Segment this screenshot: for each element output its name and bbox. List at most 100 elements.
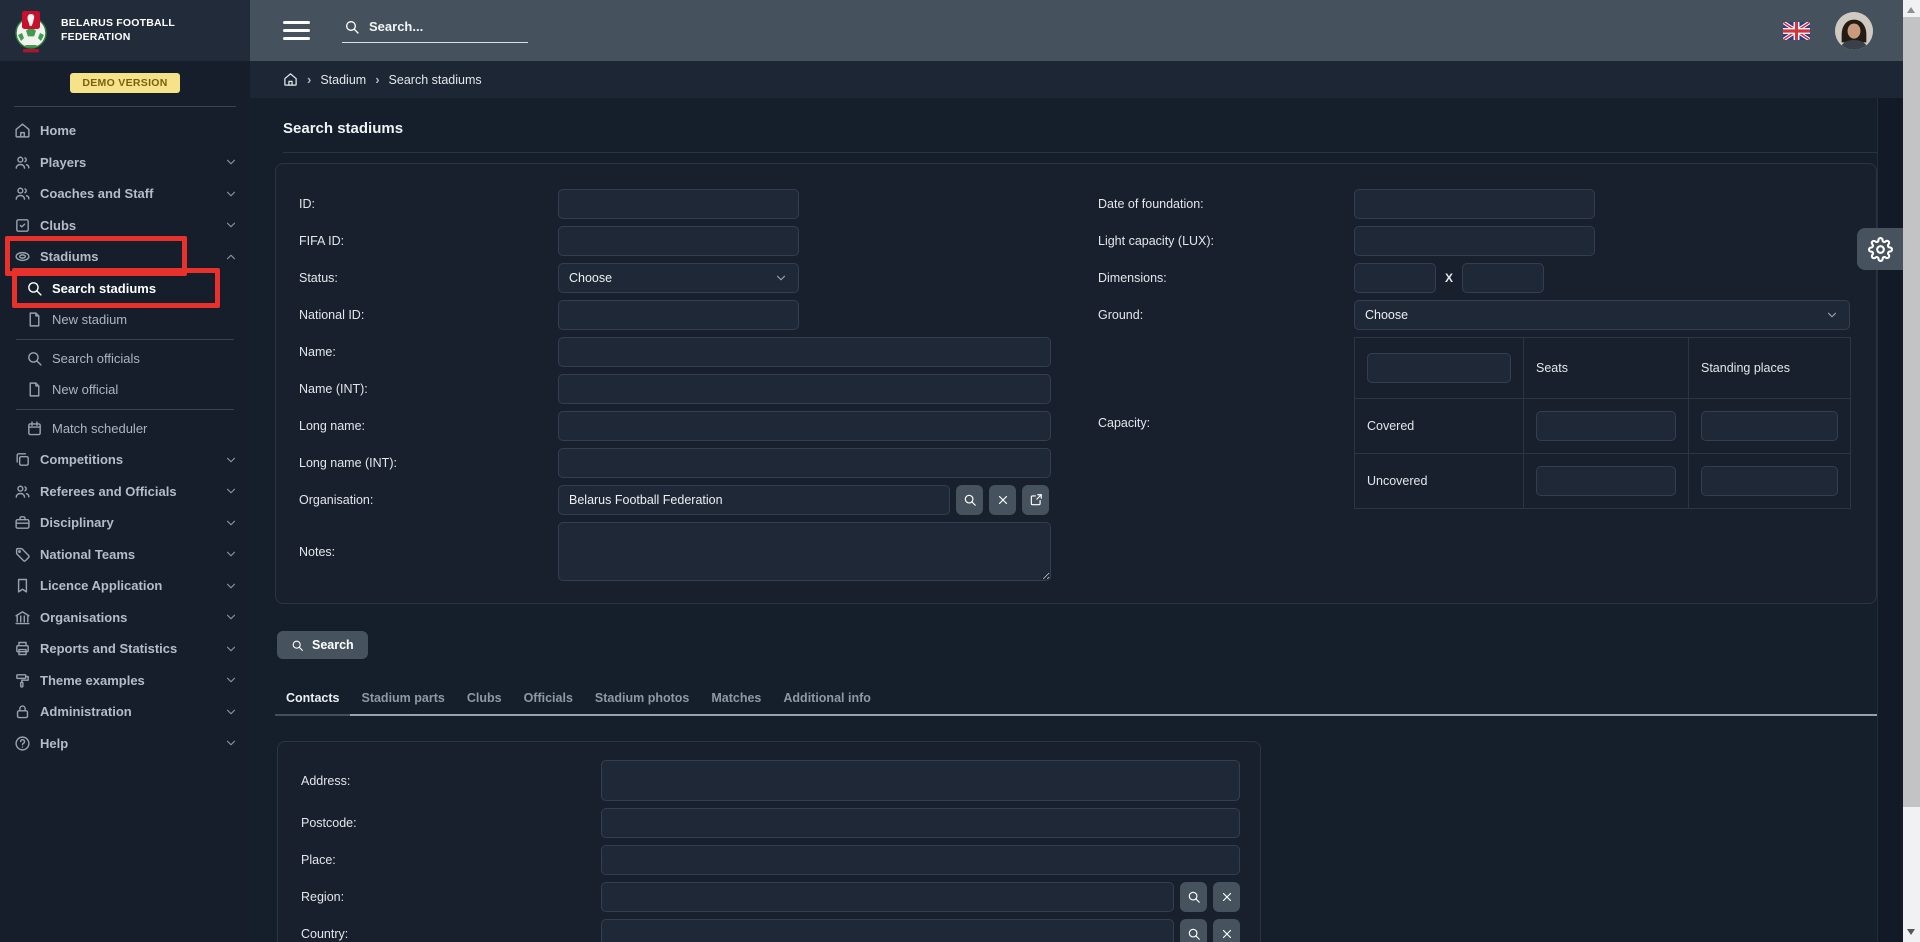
notes-field[interactable]: [558, 522, 1051, 581]
address-field[interactable]: [601, 760, 1240, 801]
country-field[interactable]: [601, 919, 1174, 942]
name-field[interactable]: [558, 337, 1051, 367]
chevron-down-icon: [224, 453, 238, 467]
sidebar-item-help[interactable]: Help: [0, 728, 250, 760]
tab-clubs[interactable]: Clubs: [456, 691, 513, 714]
sidebar-item-clubs[interactable]: Clubs: [0, 210, 250, 242]
sidebar-item-players[interactable]: Players: [0, 147, 250, 179]
breadcrumb-item-search-stadiums[interactable]: Search stadiums: [389, 73, 482, 87]
sidebar: BELARUS FOOTBALL FEDERATION DEMO VERSION…: [0, 0, 250, 942]
close-icon: [1220, 927, 1234, 941]
ground-select[interactable]: Choose: [1354, 300, 1850, 330]
organisation-clear-button[interactable]: [989, 485, 1016, 515]
region-field[interactable]: [601, 882, 1174, 912]
country-clear-button[interactable]: [1213, 919, 1240, 942]
uncovered-seats-field[interactable]: [1536, 466, 1676, 496]
light-capacity-field[interactable]: [1354, 226, 1595, 256]
organisation-open-button[interactable]: [1022, 485, 1049, 515]
dimensions-length-field[interactable]: [1354, 263, 1436, 293]
scrollbar-up-arrow-icon[interactable]: [1907, 7, 1915, 13]
sidebar-item-match-scheduler[interactable]: Match scheduler: [0, 413, 250, 445]
id-field[interactable]: [558, 189, 799, 219]
organisation-field[interactable]: [558, 485, 950, 515]
search-input[interactable]: [369, 19, 524, 34]
bank-icon: [14, 609, 31, 626]
sidebar-item-stadiums[interactable]: Stadiums: [0, 241, 250, 273]
sidebar-item-national-teams[interactable]: National Teams: [0, 539, 250, 571]
global-search[interactable]: [342, 19, 528, 43]
sidebar-item-administration[interactable]: Administration: [0, 696, 250, 728]
close-icon: [1220, 890, 1234, 904]
sidebar-item-search-stadiums[interactable]: Search stadiums: [0, 273, 250, 305]
sidebar-item-organisations[interactable]: Organisations: [0, 602, 250, 634]
long-name-int-field[interactable]: [558, 448, 1051, 478]
postcode-field[interactable]: [601, 808, 1240, 838]
tab-officials[interactable]: Officials: [513, 691, 584, 714]
name-int-field[interactable]: [558, 374, 1051, 404]
sidebar-item-label: Clubs: [40, 218, 224, 233]
chevron-down-icon: [224, 610, 238, 624]
country-search-button[interactable]: [1180, 919, 1207, 942]
organisation-search-button[interactable]: [956, 485, 983, 515]
tab-additional-info[interactable]: Additional info: [772, 691, 881, 714]
place-field[interactable]: [601, 845, 1240, 875]
id-label: ID:: [299, 197, 558, 211]
breadcrumb-separator: ›: [375, 72, 379, 87]
long-name-field[interactable]: [558, 411, 1051, 441]
user-avatar[interactable]: [1835, 12, 1873, 50]
capacity-row-covered: Covered: [1355, 399, 1524, 454]
breadcrumb-item-stadium[interactable]: Stadium: [320, 73, 366, 87]
sidebar-item-licence-application[interactable]: Licence Application: [0, 570, 250, 602]
sidebar-item-label: National Teams: [40, 547, 224, 562]
sidebar-item-label: Organisations: [40, 610, 224, 625]
region-clear-button[interactable]: [1213, 882, 1240, 912]
tab-stadium-photos[interactable]: Stadium photos: [584, 691, 700, 714]
hamburger-menu-icon[interactable]: [283, 21, 310, 40]
sidebar-item-theme-examples[interactable]: Theme examples: [0, 665, 250, 697]
home-icon[interactable]: [283, 72, 298, 87]
sidebar-item-label: Administration: [40, 704, 224, 719]
sidebar-header: BELARUS FOOTBALL FEDERATION: [0, 0, 250, 61]
notes-label: Notes:: [299, 545, 558, 559]
dimensions-width-field[interactable]: [1462, 263, 1544, 293]
long-name-label: Long name:: [299, 419, 558, 433]
chevron-down-icon: [224, 516, 238, 530]
sidebar-item-competitions[interactable]: Competitions: [0, 444, 250, 476]
tab-contacts[interactable]: Contacts: [275, 691, 350, 716]
sidebar-item-new-official[interactable]: New official: [0, 374, 250, 406]
sidebar-item-new-stadium[interactable]: New stadium: [0, 304, 250, 336]
tab-matches[interactable]: Matches: [700, 691, 772, 714]
status-select[interactable]: Choose: [558, 263, 799, 293]
language-flag-uk-icon[interactable]: [1783, 22, 1810, 40]
search-button[interactable]: Search: [277, 631, 368, 659]
region-search-button[interactable]: [1180, 882, 1207, 912]
chevron-down-icon: [224, 484, 238, 498]
vertical-scrollbar[interactable]: [1903, 0, 1920, 942]
region-label: Region:: [301, 890, 601, 904]
date-of-foundation-field[interactable]: [1354, 189, 1595, 219]
settings-button[interactable]: [1857, 228, 1903, 270]
search-icon: [963, 493, 977, 507]
sidebar-item-home[interactable]: Home: [0, 115, 250, 147]
sidebar-nav: Home Players Coaches and Staff Clubs Sta…: [0, 115, 250, 759]
capacity-total-field[interactable]: [1367, 353, 1511, 383]
scrollbar-down-arrow-icon[interactable]: [1907, 929, 1915, 935]
national-id-label: National ID:: [299, 308, 558, 322]
uncovered-standing-field[interactable]: [1701, 466, 1838, 496]
scrollbar-thumb[interactable]: [1903, 17, 1920, 807]
covered-standing-field[interactable]: [1701, 411, 1838, 441]
sidebar-item-coaches-and-staff[interactable]: Coaches and Staff: [0, 178, 250, 210]
demo-version-badge: DEMO VERSION: [70, 73, 179, 93]
sidebar-item-label: Players: [40, 155, 224, 170]
chevron-down-icon: [224, 673, 238, 687]
fifa-id-field[interactable]: [558, 226, 799, 256]
sidebar-item-referees-and-officials[interactable]: Referees and Officials: [0, 476, 250, 508]
tab-stadium-parts[interactable]: Stadium parts: [350, 691, 455, 714]
organisation-label: Organisation:: [299, 493, 558, 507]
covered-seats-field[interactable]: [1536, 411, 1676, 441]
sidebar-item-label: Home: [40, 123, 238, 138]
sidebar-item-disciplinary[interactable]: Disciplinary: [0, 507, 250, 539]
national-id-field[interactable]: [558, 300, 799, 330]
sidebar-item-reports-and-statistics[interactable]: Reports and Statistics: [0, 633, 250, 665]
sidebar-item-search-officials[interactable]: Search officials: [0, 343, 250, 375]
